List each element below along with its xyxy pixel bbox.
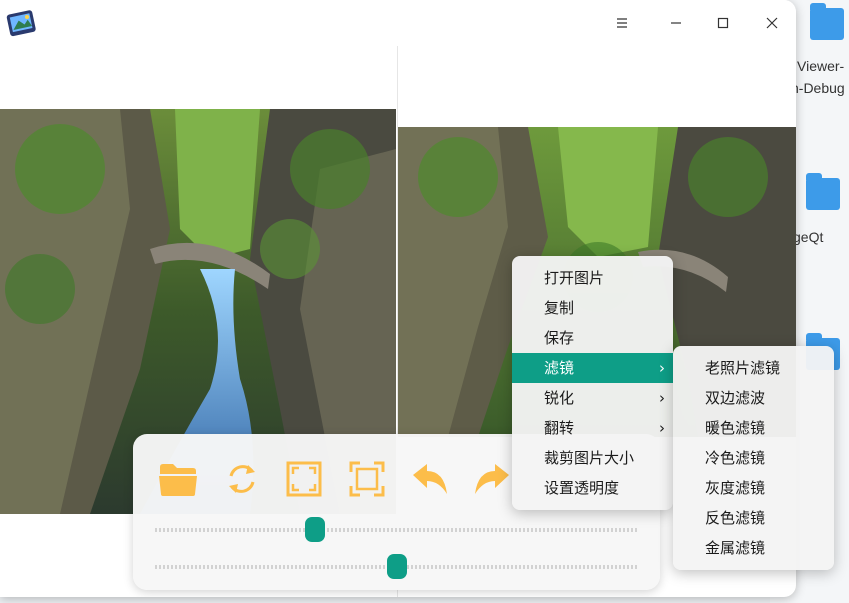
original-size-button[interactable] bbox=[346, 458, 388, 500]
folder-icon bbox=[159, 464, 197, 496]
context-menu: 打开图片 复制 保存 滤镜 › 锐化 › 翻转 › 裁剪图片大小 设置透明度 bbox=[512, 256, 673, 510]
brightness-slider[interactable] bbox=[155, 517, 639, 542]
slider-track bbox=[155, 528, 639, 532]
hamburger-menu-icon[interactable] bbox=[607, 8, 637, 38]
chevron-right-icon: › bbox=[659, 419, 665, 437]
chevron-right-icon: › bbox=[659, 389, 665, 407]
title-bar bbox=[0, 0, 796, 46]
maximize-button[interactable] bbox=[708, 8, 738, 38]
app-logo-icon bbox=[6, 6, 38, 38]
rotate-icon bbox=[229, 465, 255, 493]
submenu-item-old-photo[interactable]: 老照片滤镜 bbox=[673, 353, 834, 383]
filter-submenu: 老照片滤镜 双边滤波 暖色滤镜 冷色滤镜 灰度滤镜 反色滤镜 金属滤镜 bbox=[673, 346, 834, 570]
submenu-item-invert[interactable]: 反色滤镜 bbox=[673, 503, 834, 533]
slider-thumb[interactable] bbox=[387, 554, 407, 579]
redo-button[interactable] bbox=[471, 458, 513, 500]
redo-arrow-icon bbox=[475, 464, 509, 494]
contrast-slider[interactable] bbox=[155, 554, 639, 579]
close-button[interactable] bbox=[757, 8, 787, 38]
fit-frame-icon bbox=[286, 461, 322, 497]
submenu-item-cool[interactable]: 冷色滤镜 bbox=[673, 443, 834, 473]
menu-item-open-image[interactable]: 打开图片 bbox=[512, 263, 673, 293]
menu-item-copy[interactable]: 复制 bbox=[512, 293, 673, 323]
folder-icon[interactable] bbox=[806, 173, 840, 210]
desktop-item-label[interactable]: n-Debug bbox=[791, 80, 845, 96]
menu-item-save[interactable]: 保存 bbox=[512, 323, 673, 353]
menu-item-filter[interactable]: 滤镜 › bbox=[512, 353, 673, 383]
menu-item-crop-size[interactable]: 裁剪图片大小 bbox=[512, 443, 673, 473]
submenu-item-grayscale[interactable]: 灰度滤镜 bbox=[673, 473, 834, 503]
submenu-item-bilateral[interactable]: 双边滤波 bbox=[673, 383, 834, 413]
menu-item-opacity[interactable]: 设置透明度 bbox=[512, 473, 673, 503]
submenu-item-metal[interactable]: 金属滤镜 bbox=[673, 533, 834, 563]
menu-item-sharpen[interactable]: 锐化 › bbox=[512, 383, 673, 413]
menu-item-flip[interactable]: 翻转 › bbox=[512, 413, 673, 443]
folder-icon[interactable] bbox=[810, 3, 844, 40]
crop-frame-icon bbox=[349, 461, 385, 497]
fit-window-button[interactable] bbox=[283, 458, 325, 500]
rotate-button[interactable] bbox=[221, 458, 263, 500]
undo-arrow-icon bbox=[413, 464, 447, 494]
open-folder-button[interactable] bbox=[157, 458, 199, 500]
undo-button[interactable] bbox=[409, 458, 451, 500]
desktop-item-label[interactable]: geQt bbox=[793, 229, 823, 245]
desktop-item-label[interactable]: Viewer- bbox=[797, 58, 844, 74]
chevron-right-icon: › bbox=[659, 359, 665, 377]
minimize-button[interactable] bbox=[661, 8, 691, 38]
slider-thumb[interactable] bbox=[304, 517, 325, 542]
submenu-item-warm[interactable]: 暖色滤镜 bbox=[673, 413, 834, 443]
